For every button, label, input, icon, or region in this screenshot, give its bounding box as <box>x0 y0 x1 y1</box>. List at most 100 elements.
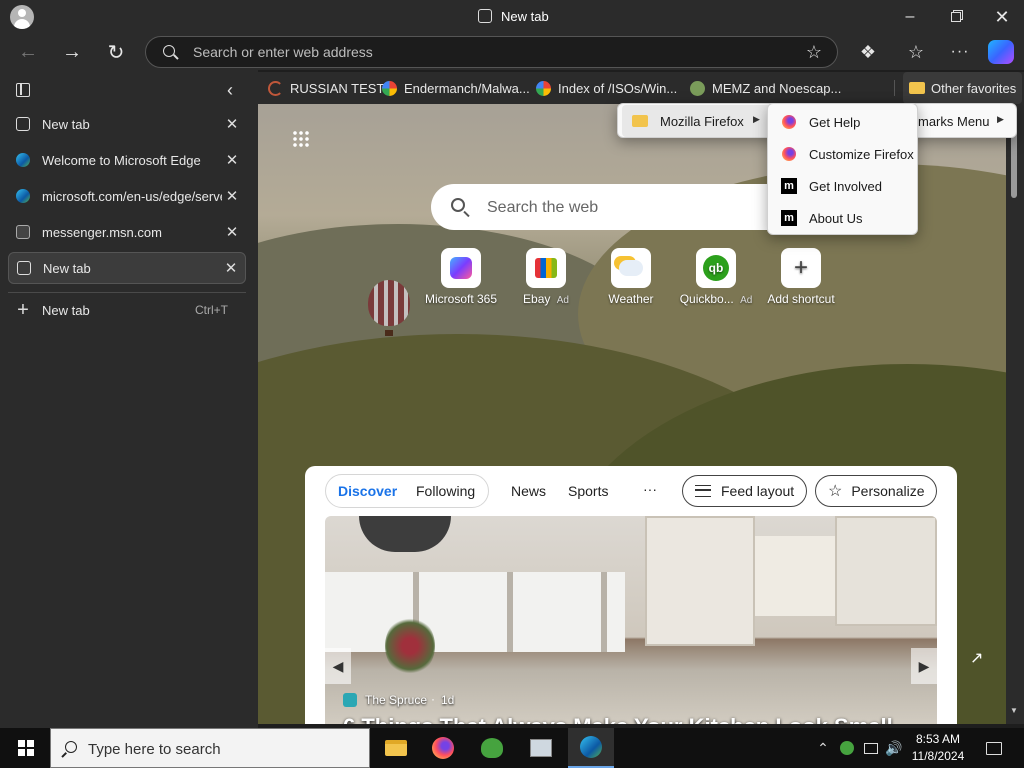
back-button[interactable]: ← <box>12 36 44 68</box>
edge-taskbar-icon[interactable] <box>568 728 614 768</box>
add-shortcut-button[interactable]: + Add shortcut <box>761 248 841 306</box>
range-hood <box>755 536 835 616</box>
menu-item-get-help[interactable]: Get Help <box>768 106 917 138</box>
shortcut-weather[interactable]: Weather <box>591 248 671 306</box>
edge-logo-icon <box>16 189 30 203</box>
card-source: The Spruce <box>365 693 428 707</box>
submenu-arrow-icon: ▶ <box>753 114 760 124</box>
firefox-taskbar-icon[interactable] <box>421 728 465 768</box>
add-favorite-star-icon[interactable]: ☆ <box>802 40 826 64</box>
collapse-sidebar-chevron-icon[interactable]: ‹ <box>218 78 242 102</box>
personalize-button[interactable]: ☆ Personalize <box>815 475 937 507</box>
card-headline[interactable]: 6 Things That Always Make Your Kitchen L… <box>343 714 893 724</box>
network-icon[interactable] <box>860 728 882 768</box>
plus-icon: + <box>17 299 29 321</box>
carousel-prev-icon[interactable]: ◀ <box>325 648 351 684</box>
refresh-button[interactable]: ↻ <box>100 36 132 68</box>
volume-icon[interactable]: 🔊 <box>883 728 905 768</box>
copilot-icon[interactable] <box>988 40 1014 64</box>
menu-item-customize-firefox[interactable]: Customize Firefox <box>768 138 917 170</box>
tab-item[interactable]: messenger.msn.com ✕ <box>8 216 246 248</box>
menu-item-get-involved[interactable]: m Get Involved <box>768 170 917 202</box>
feed-tab-sports[interactable]: Sports <box>568 483 608 499</box>
shortcut-quickbooks[interactable]: qb Quickbo... Ad <box>676 248 756 306</box>
new-tab-shortcut: Ctrl+T <box>195 303 228 317</box>
sparkle-star-icon: ☆ <box>828 483 843 500</box>
firefox-icon <box>782 115 796 129</box>
feed-layout-button[interactable]: Feed layout <box>682 475 807 507</box>
ad-badge: Ad <box>556 295 569 306</box>
tab-label: Welcome to Microsoft Edge <box>42 152 201 168</box>
favorite-item[interactable]: RUSSIAN TEST <box>268 72 384 104</box>
favorite-item[interactable]: MEMZ and Noescap... <box>690 72 841 104</box>
tab-page-icon <box>478 9 492 23</box>
close-tab-icon[interactable]: ✕ <box>222 187 242 205</box>
menu-item-label: About Us <box>809 210 863 226</box>
minimize-button[interactable]: – <box>892 0 928 34</box>
feed-tab-discover[interactable]: Discover <box>338 483 397 499</box>
feed-tab-news[interactable]: News <box>511 483 546 499</box>
clock-date[interactable]: 11/8/2024 <box>906 749 970 763</box>
plus-icon: + <box>781 248 821 288</box>
address-input[interactable]: Search or enter web address <box>193 44 373 60</box>
favorite-item[interactable]: Endermanch/Malwa... <box>382 72 530 104</box>
start-button[interactable] <box>4 728 48 768</box>
favorites-icon[interactable]: ☆ <box>900 36 932 68</box>
clock-time[interactable]: 8:53 AM <box>906 732 970 746</box>
close-tab-icon[interactable]: ✕ <box>222 151 242 169</box>
card-dot: · <box>431 692 435 706</box>
favorite-item[interactable]: Index of /ISOs/Win... <box>536 72 677 104</box>
scroll-down-arrow-icon[interactable]: ▼ <box>1010 706 1018 715</box>
profile-avatar[interactable] <box>10 5 34 29</box>
tab-label: New tab <box>43 260 91 276</box>
expand-icon[interactable]: ↗ <box>970 648 983 668</box>
page-scrollbar[interactable]: ▲ ▼ <box>1006 104 1024 724</box>
menu-item-label: Customize Firefox <box>809 146 914 162</box>
tab-item[interactable]: Welcome to Microsoft Edge ✕ <box>8 144 246 176</box>
new-tab-page-icon <box>17 261 31 275</box>
shortcut-ebay[interactable]: Ebay Ad <box>506 248 586 306</box>
feed-more-icon[interactable]: ··· <box>643 481 657 497</box>
forward-button[interactable]: → <box>56 36 88 68</box>
shortcut-label: Microsoft 365 <box>424 292 498 306</box>
address-bar[interactable]: Search or enter web address ☆ <box>145 36 838 68</box>
tab-actions-icon[interactable] <box>16 83 30 97</box>
feed-card-image[interactable]: ◀ ▶ The Spruce · 1d 6 Things That Always… <box>325 516 937 724</box>
menu-item-about-us[interactable]: m About Us <box>768 202 917 234</box>
tab-item-active[interactable]: New tab ✕ <box>8 252 246 284</box>
file-explorer-icon[interactable] <box>374 728 418 768</box>
show-hidden-icons-chevron-icon[interactable]: ⌃ <box>812 728 834 768</box>
new-tab-button[interactable]: + New tab Ctrl+T <box>8 294 246 326</box>
menu-item-mozilla-firefox[interactable]: Mozilla Firefox <box>622 105 772 137</box>
close-tab-icon[interactable]: ✕ <box>222 115 242 133</box>
firefox-icon <box>782 147 796 161</box>
restore-button[interactable] <box>938 0 974 34</box>
taskbar-search-input[interactable]: Type here to search <box>88 741 221 758</box>
search-icon-handle <box>61 752 67 758</box>
web-search-box[interactable]: Search the web <box>431 184 821 230</box>
carousel-next-icon[interactable]: ▶ <box>911 648 937 684</box>
messenger-icon[interactable] <box>470 728 514 768</box>
title-bar: New tab – ✕ <box>0 0 1024 34</box>
close-tab-icon[interactable]: ✕ <box>221 259 241 277</box>
apps-grid-icon[interactable] <box>292 130 310 148</box>
notifications-icon[interactable] <box>976 728 1012 768</box>
search-icon <box>65 741 77 753</box>
submenu-arrow-icon: ▶ <box>997 114 1004 124</box>
flower-vase <box>385 616 435 676</box>
people-icon[interactable] <box>836 728 858 768</box>
close-window-button[interactable]: ✕ <box>984 0 1020 34</box>
tab-item[interactable]: microsoft.com/en-us/edge/serve ✕ <box>8 180 246 212</box>
kitchen-cabinet <box>645 516 755 646</box>
extensions-icon[interactable]: ❖ <box>852 36 884 68</box>
other-favorites-button[interactable]: Other favorites <box>903 72 1023 104</box>
tab-item[interactable]: New tab ✕ <box>8 108 246 140</box>
network-app-icon[interactable] <box>519 728 563 768</box>
close-tab-icon[interactable]: ✕ <box>222 223 242 241</box>
shortcut-microsoft-365[interactable]: Microsoft 365 <box>421 248 501 306</box>
more-menu-icon[interactable]: ··· <box>944 36 976 68</box>
sliders-icon <box>695 485 711 497</box>
taskbar-search-box[interactable]: Type here to search <box>50 728 370 768</box>
feed-tab-following[interactable]: Following <box>416 483 475 499</box>
web-search-input[interactable]: Search the web <box>487 199 598 217</box>
